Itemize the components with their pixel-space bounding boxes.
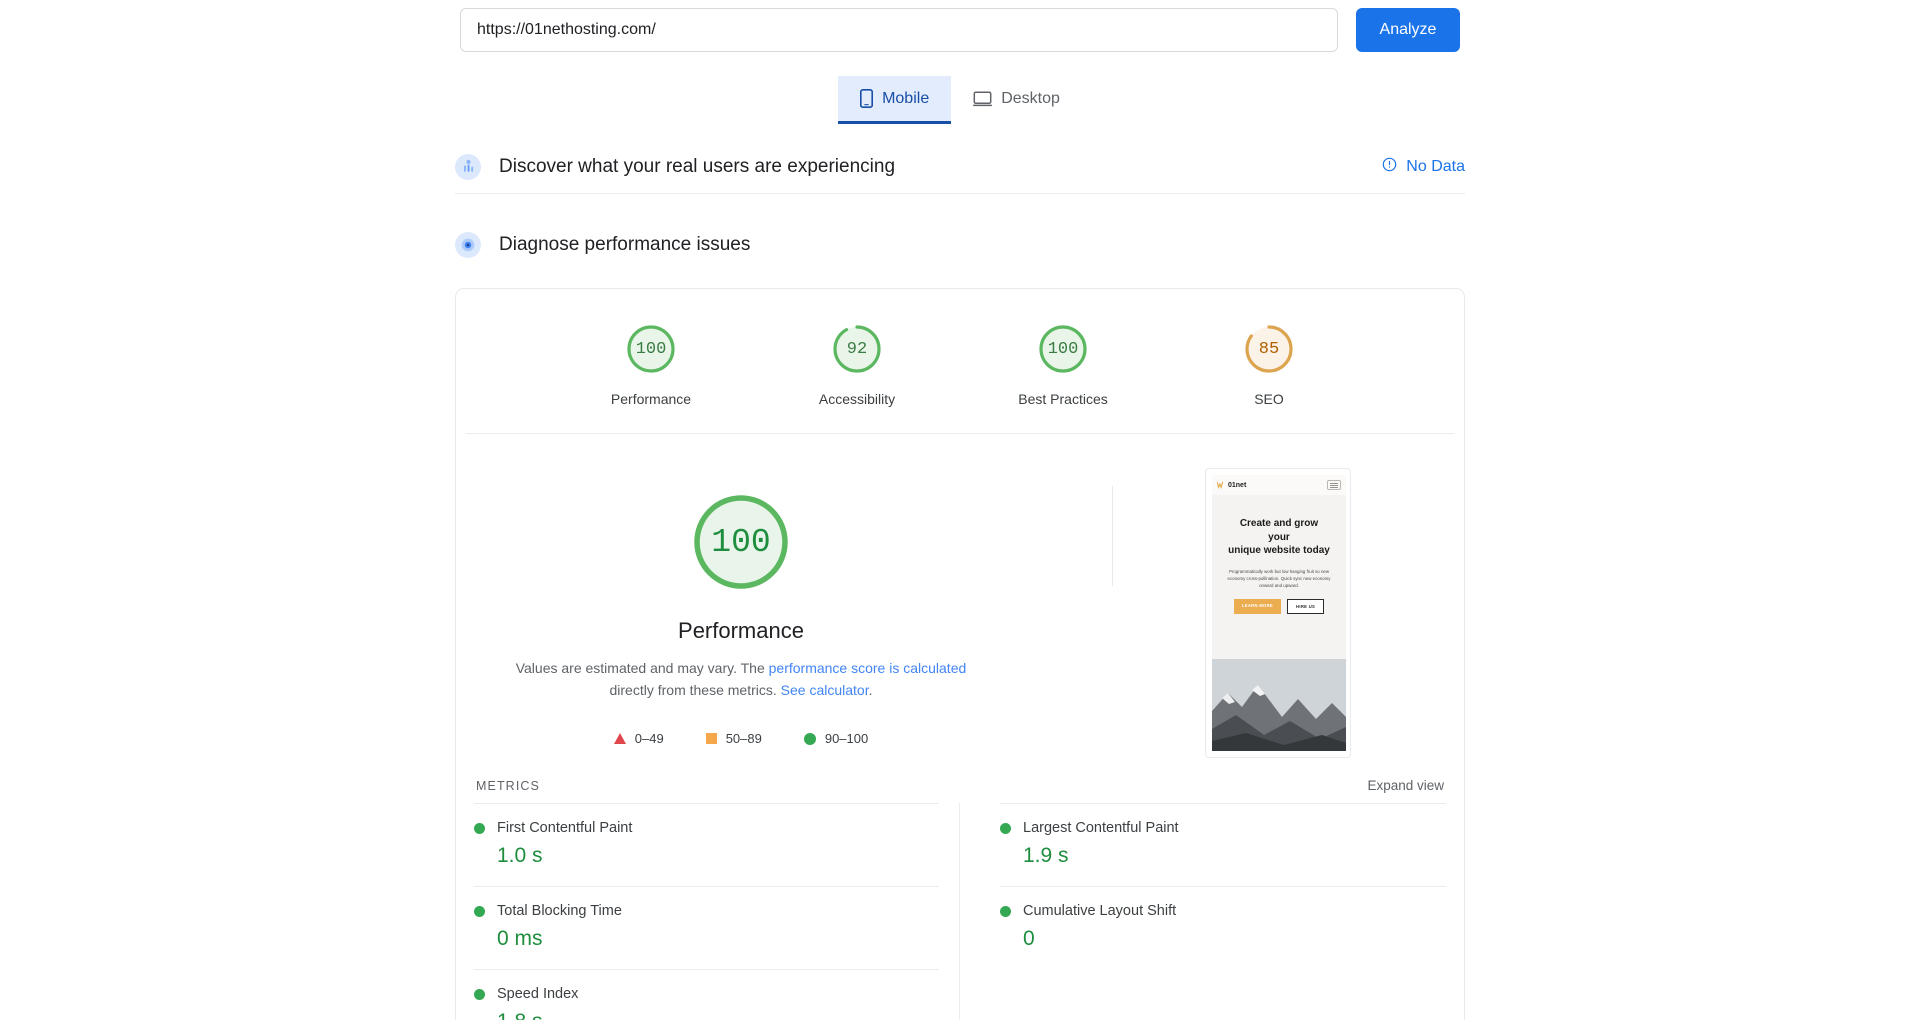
metrics-section: METRICS Expand view First Contentful Pai… (456, 758, 1464, 1020)
metric-name: Speed Index (497, 986, 579, 1002)
metric-row[interactable]: Speed Index 1.8 s (474, 969, 939, 1020)
thumbnail-logo-text: 01net (1228, 481, 1247, 489)
gauge-seo-value: 85 (1258, 339, 1280, 359)
gauge-best-practices-label: Best Practices (1018, 391, 1108, 407)
metrics-title: METRICS (476, 778, 540, 793)
metric-value: 0 (1023, 927, 1035, 950)
metric-value: 1.9 s (1023, 844, 1069, 867)
expand-view-button[interactable]: Expand view (1367, 778, 1444, 793)
url-analyze-bar: Analyze (460, 6, 1460, 54)
legend-label-pass: 90–100 (824, 731, 869, 747)
performance-big-label: Performance (678, 618, 804, 643)
pagespeed-insights-page: Analyze Mobile D (0, 0, 1920, 1020)
desc-text-3: . (868, 681, 873, 698)
performance-summary: 100 Performance Values are estimated and… (456, 468, 1026, 758)
thumbnail-paragraph: Programmatically work but low hanging fr… (1227, 568, 1331, 589)
legend-item-pass: 90–100 (803, 731, 869, 747)
crux-users-icon (455, 153, 481, 180)
metric-row[interactable]: Largest Contentful Paint 1.9 s (1000, 803, 1446, 886)
circle-icon (803, 732, 816, 745)
desc-text-2: directly from these metrics. (609, 681, 781, 698)
performance-score-link[interactable]: performance score is calculated (769, 660, 967, 676)
hero-divider (1112, 486, 1113, 586)
mobile-icon (860, 89, 874, 108)
logo-mark-icon (1217, 481, 1224, 489)
gauge-performance-value: 100 (635, 339, 667, 359)
tab-mobile[interactable]: Mobile (838, 76, 952, 124)
performance-big-value: 100 (711, 523, 771, 561)
metrics-column-left: First Contentful Paint 1.0 s Total Block… (474, 803, 960, 1020)
thumbnail-hire-us-button: HIRE US (1287, 598, 1325, 614)
thumbnail-learn-more-button: LEARN MORE (1233, 598, 1282, 614)
thumbnail-heading-line3: unique website today (1228, 545, 1330, 556)
metric-value: 1.8 s (497, 1010, 939, 1020)
status-dot-icon (1000, 905, 1011, 917)
performance-big-gauge: 100 (689, 490, 793, 594)
lighthouse-results-card: 100 Performance 92 Accessibility 100 Bes… (455, 288, 1465, 1020)
metric-row[interactable]: Cumulative Layout Shift 0 (1000, 886, 1446, 969)
metric-name: Cumulative Layout Shift (1023, 903, 1177, 919)
status-dot-icon (474, 822, 485, 834)
tab-desktop-label: Desktop (1001, 89, 1060, 107)
status-dot-icon (474, 905, 485, 917)
tab-desktop[interactable]: Desktop (951, 76, 1082, 124)
category-score-gauges: 100 Performance 92 Accessibility 100 Bes… (466, 289, 1454, 434)
lighthouse-icon (455, 232, 481, 258)
metric-value: 1.0 s (497, 844, 543, 867)
metric-row[interactable]: First Contentful Paint 1.0 s (474, 803, 939, 886)
gauge-performance-label: Performance (610, 391, 692, 407)
performance-description: Values are estimated and may vary. The p… (456, 658, 1026, 701)
metric-row[interactable]: Total Blocking Time 0 ms (474, 886, 939, 969)
metrics-column-right: Largest Contentful Paint 1.9 s Cumulativ… (960, 803, 1446, 1020)
info-circle-icon (1382, 157, 1397, 177)
legend-label-fail: 0–49 (634, 731, 664, 747)
performance-hero: 100 Performance Values are estimated and… (456, 434, 1464, 758)
tab-mobile-label: Mobile (882, 89, 930, 107)
thumbnail-logo: 01net (1217, 481, 1246, 489)
analyze-button[interactable]: Analyze (1356, 8, 1460, 52)
thumbnail-heading-line1: Create and grow (1239, 518, 1319, 529)
gauge-best-practices[interactable]: 100 Best Practices (1003, 321, 1123, 407)
hamburger-menu-icon (1327, 480, 1341, 490)
status-dot-icon (1000, 822, 1011, 834)
device-tabs: Mobile Desktop (0, 76, 1920, 124)
see-calculator-link[interactable]: See calculator (781, 682, 869, 698)
desktop-icon (973, 91, 993, 107)
thumbnail-heading-line2: your (1268, 531, 1290, 543)
no-data-label: No Data (1406, 157, 1465, 175)
thumbnail-site-header: 01net (1212, 475, 1346, 495)
desc-text-1: Values are estimated and may vary. The (515, 660, 769, 676)
gauge-seo[interactable]: 85 SEO (1209, 321, 1329, 407)
metric-name: First Contentful Paint (497, 820, 633, 836)
score-legend: 0–49 50–89 90–100 (456, 731, 1026, 746)
triangle-icon (613, 733, 626, 745)
legend-item-fail: 0–49 (613, 731, 664, 747)
field-data-header: Discover what your real users are experi… (455, 140, 1465, 194)
no-data-status[interactable]: No Data (1382, 157, 1465, 177)
gauge-accessibility-label: Accessibility (818, 391, 896, 407)
page-screenshot-thumbnail[interactable]: 01net Create and grow your unique websit… (1205, 468, 1351, 758)
gauge-accessibility-value: 92 (846, 339, 868, 359)
gauge-best-practices-value: 100 (1047, 339, 1079, 359)
gauge-seo-label: SEO (1254, 391, 1284, 407)
thumbnail-mountain-image (1212, 659, 1346, 751)
status-dot-icon (474, 988, 485, 1000)
metric-name: Largest Contentful Paint (1023, 820, 1179, 836)
results-content: Discover what your real users are experi… (455, 140, 1465, 1020)
url-input[interactable] (460, 8, 1338, 52)
gauge-accessibility[interactable]: 92 Accessibility (797, 321, 917, 407)
lab-data-header: Diagnose performance issues (455, 218, 1465, 272)
field-data-title: Discover what your real users are experi… (499, 155, 896, 177)
metric-value: 0 ms (497, 927, 543, 950)
legend-label-average: 50–89 (725, 731, 762, 747)
legend-item-average: 50–89 (705, 731, 762, 747)
square-icon (705, 733, 717, 745)
metric-name: Total Blocking Time (497, 903, 622, 919)
gauge-performance[interactable]: 100 Performance (591, 321, 711, 407)
lab-data-title: Diagnose performance issues (499, 234, 751, 255)
